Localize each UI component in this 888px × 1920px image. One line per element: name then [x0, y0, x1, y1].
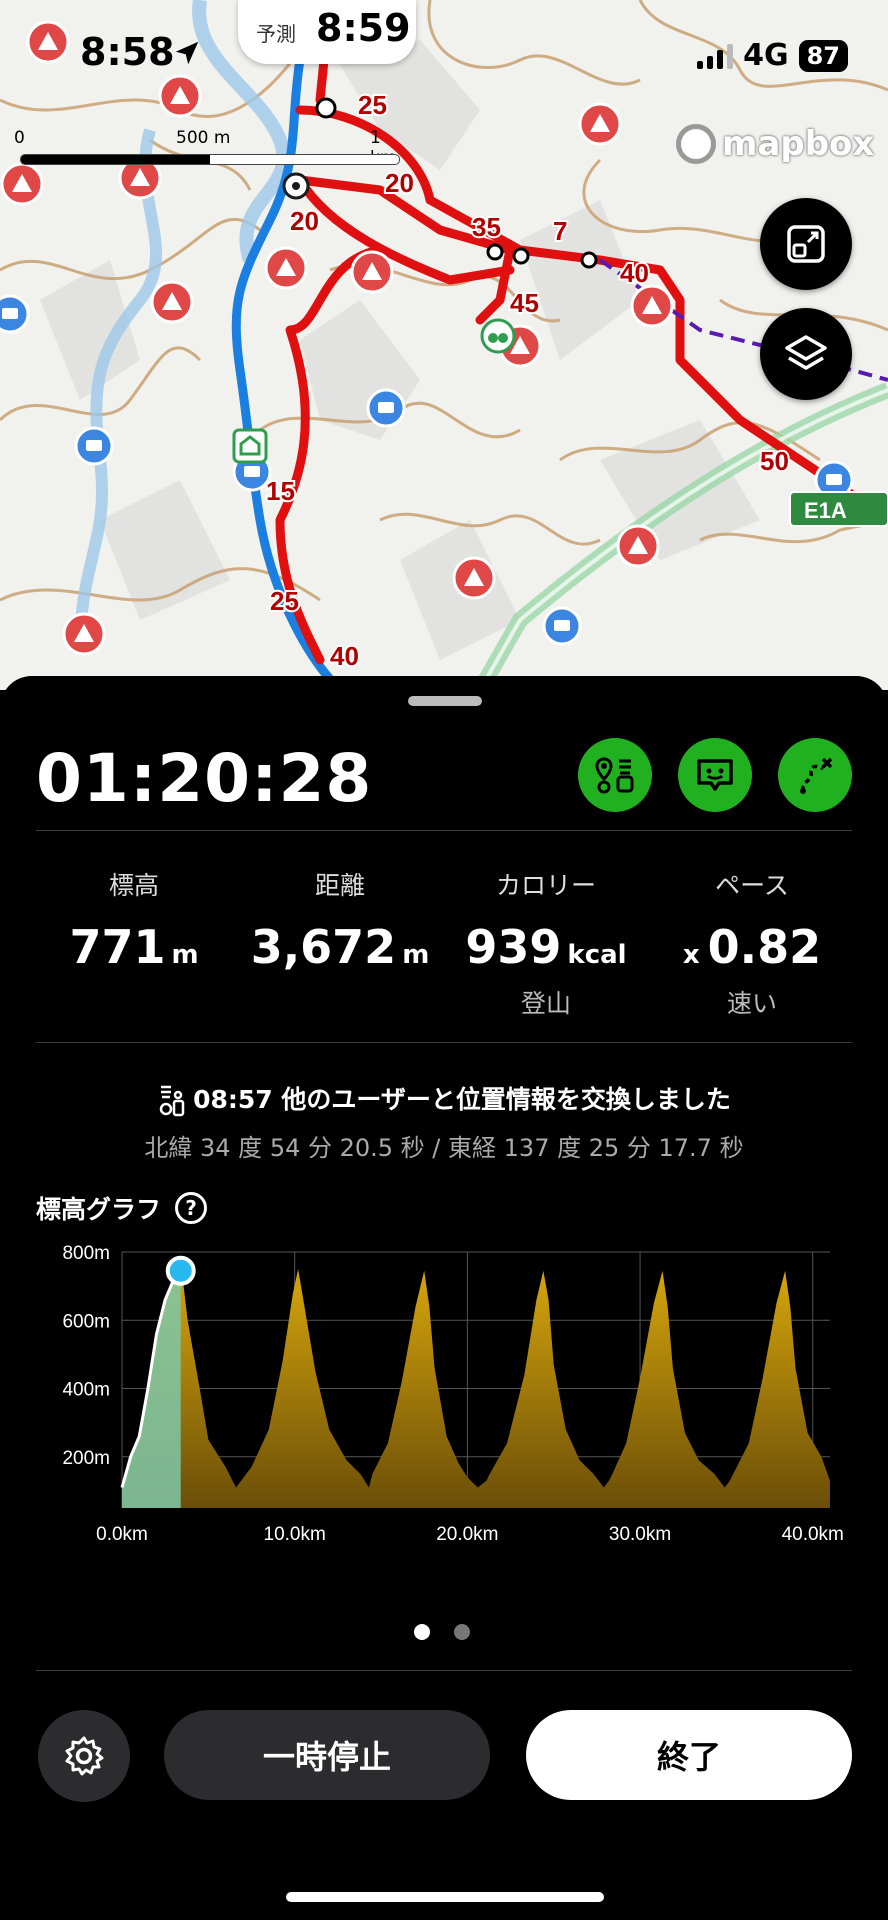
map-view[interactable]: 25 20 35 7 40 45 20 15 25 40 50 E1A 8:58… [0, 0, 888, 690]
signal-icon [697, 43, 734, 69]
x-tick-label: 0.0km [96, 1524, 148, 1545]
divider [36, 1670, 852, 1671]
help-icon[interactable]: ? [175, 1192, 208, 1224]
location-exchange-event: 08:57 他のユーザーと位置情報を交換しました [0, 1080, 888, 1117]
route-marker: 15 [266, 476, 295, 506]
stat-sub: 速い [726, 989, 777, 1018]
prediction-bubble: 予測 8:59 [238, 0, 416, 64]
x-tick-label: 40.0km [782, 1524, 844, 1545]
current-location-icon [282, 172, 310, 200]
stat-value: 3,672 [250, 920, 397, 974]
stat-label: ペース [715, 871, 789, 900]
road-sign: E1A [789, 491, 888, 527]
x-tick-label: 20.0km [436, 1524, 498, 1545]
stat-distance: 距離 3,672 m [230, 866, 450, 984]
route-marker: 25 [358, 90, 387, 120]
fit-route-icon [787, 225, 825, 263]
share-location-icon [595, 757, 634, 794]
prediction-label: 予測 [256, 22, 296, 46]
page-indicator[interactable] [414, 1624, 470, 1640]
route-marker: 50 [760, 446, 789, 476]
user-group-icon [480, 318, 516, 354]
stat-label: 距離 [314, 871, 365, 900]
route-marker: 45 [510, 288, 539, 318]
finish-button[interactable]: 終了 [526, 1710, 852, 1800]
divider [36, 830, 852, 831]
map-canvas[interactable]: 25 20 35 7 40 45 20 15 25 40 50 E1A [0, 0, 888, 690]
route-marker: 20 [385, 168, 414, 198]
x-tick-label: 10.0km [264, 1524, 326, 1545]
mapbox-logo[interactable]: mapbox [676, 124, 874, 164]
stat-unit: m [402, 940, 430, 970]
y-tick-label: 800m [62, 1243, 110, 1264]
graph-title: 標高グラフ [36, 1195, 162, 1224]
y-tick-label: 200m [62, 1448, 110, 1469]
route-marker: 25 [270, 586, 299, 616]
scale-label: 500 m [176, 128, 231, 148]
stat-elevation: 標高 771 m [24, 866, 244, 984]
stat-value: 771 [69, 920, 166, 974]
location-arrow-icon [175, 41, 199, 65]
status-bar-right: 4G 87 [697, 38, 848, 73]
elevation-area [122, 1261, 830, 1508]
stat-value: 939 [465, 920, 562, 974]
stat-value: 0.82 [707, 920, 822, 974]
mapbox-icon [676, 124, 716, 164]
graph-header: 標高グラフ ? [36, 1190, 208, 1226]
prediction-time: 8:59 [316, 6, 411, 50]
battery-icon: 87 [798, 39, 848, 72]
stat-calories: カロリー 939 kcal 登山 [436, 866, 656, 1020]
route-marker: 20 [290, 206, 319, 236]
hut-icon [232, 428, 268, 464]
page-dot[interactable] [454, 1624, 470, 1640]
coordinates: 北緯 34 度 54 分 20.5 秒 / 東経 137 度 25 分 17.7… [144, 1134, 744, 1162]
home-indicator[interactable] [286, 1892, 604, 1902]
status-time: 8:58 [80, 30, 175, 74]
stat-label: 標高 [108, 871, 159, 900]
stat-unit: kcal [567, 940, 627, 970]
event-text: 08:57 他のユーザーと位置情報を交換しました [193, 1085, 731, 1114]
pause-button[interactable]: 一時停止 [164, 1710, 490, 1800]
scale-label: 0 [14, 128, 25, 148]
svg-text:E1A: E1A [804, 498, 847, 523]
layers-icon [785, 335, 827, 370]
y-tick-label: 600m [62, 1311, 110, 1332]
route-marker: 35 [472, 212, 501, 242]
stat-label: カロリー [495, 871, 596, 900]
route-marker: 40 [330, 641, 359, 671]
stat-prefix: x [682, 940, 700, 970]
settings-button[interactable] [38, 1710, 130, 1802]
network-type: 4G [743, 38, 789, 73]
current-position-marker [165, 1255, 196, 1286]
route-marker: 7 [553, 216, 567, 246]
tracking-panel: 01:20:28 標高 771 m 距離 3,672 m カロリー 939 kcal … [0, 676, 888, 1920]
mapbox-wordmark: mapbox [722, 124, 875, 164]
elevation-chart[interactable]: 200m 400m 600m 800m 0.0km 10.0km 20.0km 30.0km 4… [0, 1236, 888, 1616]
route-button[interactable] [778, 738, 852, 812]
report-icon [697, 759, 733, 791]
route-marker: 40 [620, 258, 649, 288]
map-layers-button[interactable] [760, 308, 852, 400]
scale-line [20, 154, 400, 165]
y-tick-label: 400m [62, 1380, 110, 1401]
page-dot[interactable] [414, 1624, 430, 1640]
divider [36, 1042, 852, 1043]
share-location-button[interactable] [578, 738, 652, 812]
route-icon [800, 757, 833, 794]
x-tick-label: 30.0km [609, 1524, 671, 1545]
report-button[interactable] [678, 738, 752, 812]
gear-icon [65, 1736, 104, 1776]
elapsed-time: 01:20:28 [36, 740, 373, 817]
fit-route-button[interactable] [760, 198, 852, 290]
stat-sub: 登山 [520, 989, 571, 1018]
drag-handle[interactable] [408, 696, 482, 706]
exchange-icon [159, 1085, 185, 1117]
stat-pace: ペース x 0.82 速い [642, 866, 862, 1020]
stat-unit: m [171, 940, 199, 970]
elevation-progress-area [122, 1261, 181, 1508]
